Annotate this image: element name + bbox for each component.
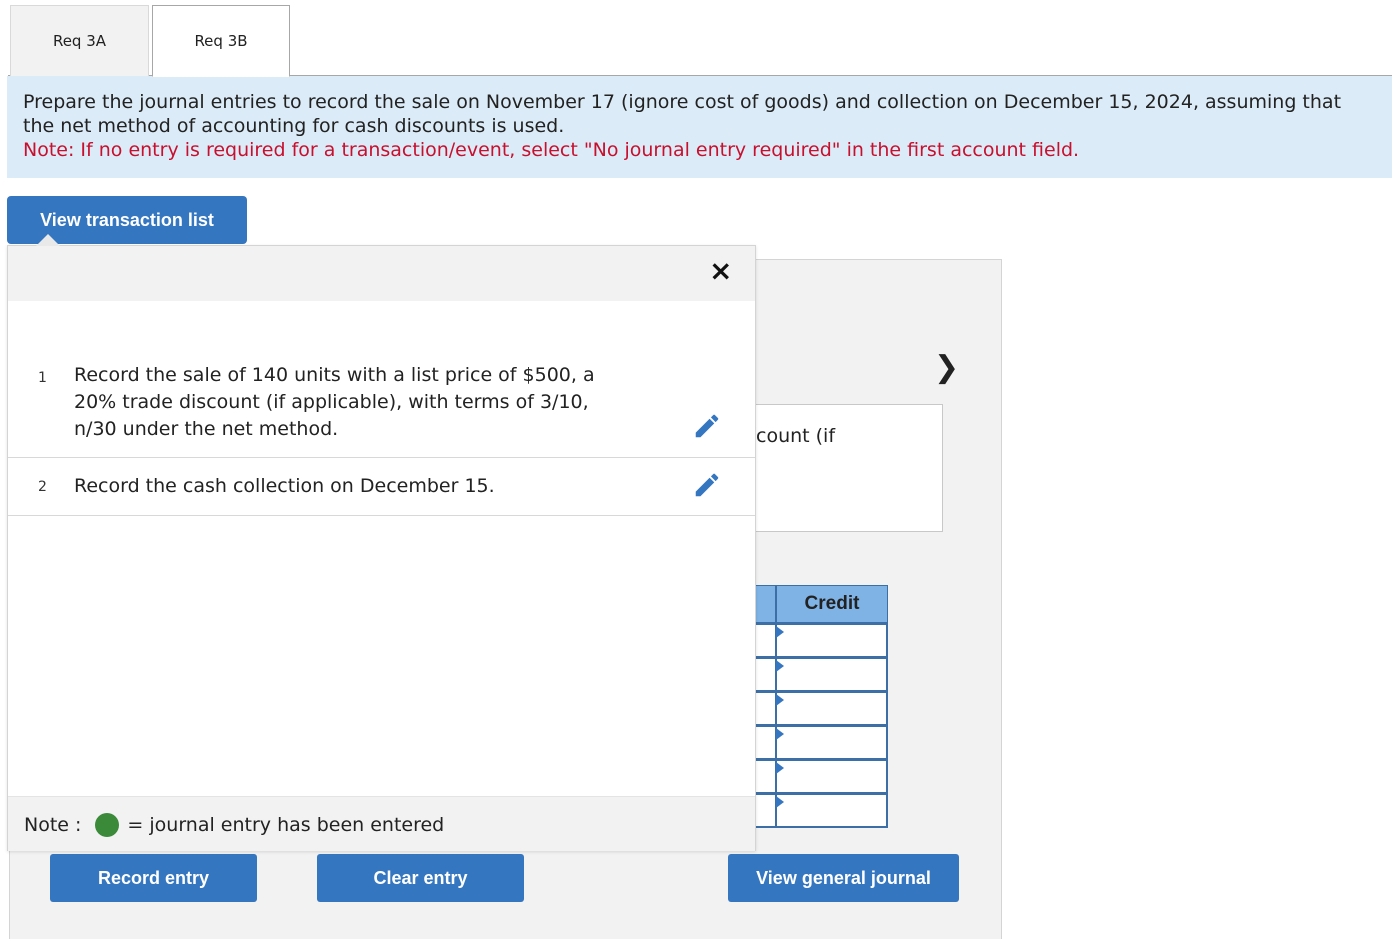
record-entry-button[interactable]: Record entry	[50, 854, 257, 902]
edit-pencil-icon[interactable]	[692, 470, 722, 500]
row-marker-icon	[776, 762, 784, 774]
next-chevron-icon[interactable]: ❯	[934, 350, 959, 385]
row-marker-icon	[776, 728, 784, 740]
journal-row	[745, 759, 888, 794]
transaction-list-popup: × 1 Record the sale of 140 units with a …	[7, 245, 756, 851]
popup-header: ×	[8, 246, 755, 301]
popup-pointer	[36, 234, 60, 246]
transaction-item[interactable]: 2 Record the cash collection on December…	[8, 458, 755, 516]
tab-bar: Req 3A Req 3B	[8, 4, 1392, 77]
tab-req-3b[interactable]: Req 3B	[152, 5, 290, 77]
credit-input[interactable]	[775, 725, 888, 760]
legend-label: Note :	[24, 814, 82, 836]
transaction-text: Record the sale of 140 units with a list…	[74, 364, 595, 440]
close-icon[interactable]: ×	[709, 254, 732, 287]
entry-legend: Note : = journal entry has been entered	[24, 813, 444, 837]
transaction-description-text: count (if	[756, 425, 836, 447]
legend-text: = journal entry has been entered	[127, 814, 445, 836]
journal-row	[745, 793, 888, 828]
transaction-number: 1	[38, 370, 47, 386]
credit-input[interactable]	[775, 759, 888, 794]
row-marker-icon	[776, 660, 784, 672]
row-marker-icon	[776, 796, 784, 808]
credit-input[interactable]	[775, 657, 888, 692]
credit-input[interactable]	[775, 691, 888, 726]
instructions-panel: Prepare the journal entries to record th…	[7, 76, 1392, 178]
transaction-description-box: count (if	[745, 404, 943, 532]
transaction-item[interactable]: 1 Record the sale of 140 units with a li…	[8, 301, 755, 458]
clear-entry-button[interactable]: Clear entry	[317, 854, 524, 902]
tab-req-3a[interactable]: Req 3A	[10, 5, 149, 76]
journal-row	[745, 691, 888, 726]
row-marker-icon	[776, 626, 784, 638]
view-general-journal-button[interactable]: View general journal	[728, 854, 959, 902]
row-marker-icon	[776, 694, 784, 706]
journal-row	[745, 725, 888, 760]
transaction-number: 2	[38, 479, 47, 495]
credit-input[interactable]	[775, 623, 888, 658]
instructions-text: Prepare the journal entries to record th…	[23, 91, 1342, 137]
grid-header-credit: Credit	[776, 585, 888, 623]
instructions-note: Note: If no entry is required for a tran…	[23, 139, 1080, 161]
credit-input[interactable]	[775, 793, 888, 828]
edit-pencil-icon[interactable]	[692, 411, 722, 441]
journal-row	[745, 623, 888, 658]
transaction-text: Record the cash collection on December 1…	[74, 475, 495, 497]
journal-row	[745, 657, 888, 692]
popup-footer: Note : = journal entry has been entered	[8, 796, 755, 851]
entered-dot-icon	[95, 813, 120, 837]
